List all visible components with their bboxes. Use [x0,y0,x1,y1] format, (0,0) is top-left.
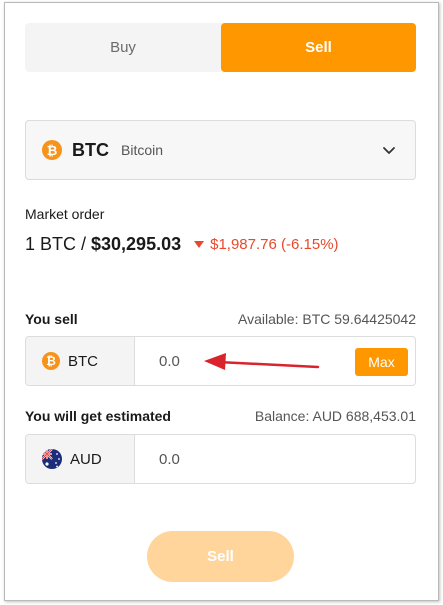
price-row: 1 BTC / $30,295.03 $1,987.76 (-6.15%) [25,234,339,255]
price-unit: 1 BTC / [25,234,87,254]
available-balance: Available: BTC 59.64425042 [238,311,416,327]
price-change-text: $1,987.76 (-6.15%) [210,236,339,253]
buy-sell-toggle: Buy Sell [25,23,416,72]
you-sell-label: You sell [25,311,78,327]
sell-currency[interactable]: ₿ BTC [26,337,135,385]
market-order-label: Market order [25,206,105,222]
you-get-label: You will get estimated [25,408,171,424]
asset-name: Bitcoin [121,142,164,158]
bitcoin-icon: ₿ [42,140,62,160]
asset-symbol: BTC [72,139,109,160]
chevron-down-icon [383,147,395,154]
annotation-arrow-icon [204,353,320,370]
exchange-panel [4,2,439,601]
buy-tab[interactable]: Buy [25,23,221,72]
max-button[interactable]: Max [355,348,408,376]
sell-currency-code: BTC [68,352,98,370]
sell-tab[interactable]: Sell [221,23,416,72]
australia-flag-icon [42,449,62,469]
get-currency-code: AUD [70,450,102,468]
get-currency[interactable]: AUD [26,435,135,483]
sell-submit-button[interactable]: Sell [147,531,294,582]
get-amount-field: AUD [25,434,416,484]
bitcoin-icon: ₿ [42,352,60,370]
asset-selector[interactable]: ₿ BTC Bitcoin [25,120,416,180]
fiat-balance: Balance: AUD 688,453.01 [254,408,416,424]
price-value: $30,295.03 [91,234,182,254]
get-amount-input[interactable] [135,435,415,483]
down-triangle-icon [194,241,205,248]
price-change: $1,987.76 (-6.15%) [194,236,339,253]
